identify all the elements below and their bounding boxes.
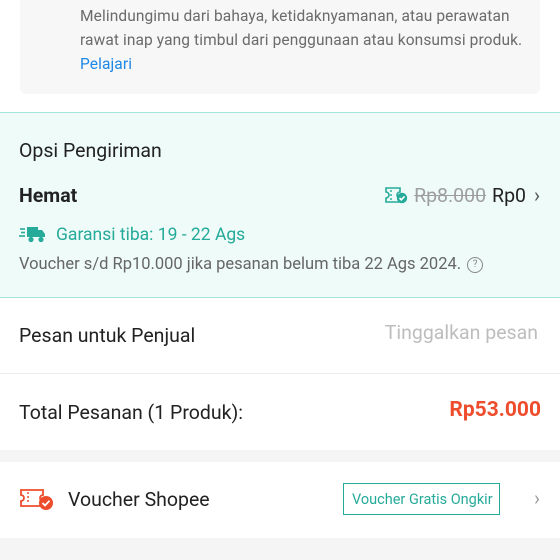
- shipping-price[interactable]: Rp8.000 Rp0 ›: [384, 183, 540, 207]
- shopee-voucher-row[interactable]: Voucher Shopee Voucher Gratis Ongkir ›: [0, 462, 560, 538]
- help-circle-icon[interactable]: ?: [467, 256, 484, 273]
- fast-truck-icon: [19, 227, 45, 243]
- delivery-guarantee: Garansi tiba: 19 - 22 Ags: [19, 225, 245, 245]
- protection-info-box: Melindungimu dari bahaya, ketidaknyamana…: [20, 0, 540, 94]
- shipping-option-section[interactable]: Opsi Pengiriman Hemat Rp8.000 Rp0 › Gara…: [0, 112, 560, 298]
- protection-section: Melindungimu dari bahaya, ketidaknyamana…: [0, 0, 560, 112]
- shipping-section-title: Opsi Pengiriman: [19, 139, 162, 162]
- final-shipping-price: Rp0: [492, 183, 526, 207]
- voucher-note-text: Voucher s/d Rp10.000 jika pesanan belum …: [19, 255, 462, 274]
- late-delivery-voucher-note: Voucher s/d Rp10.000 jika pesanan belum …: [19, 255, 484, 274]
- ticket-check-icon: [385, 187, 408, 204]
- seller-message-input[interactable]: [316, 320, 540, 345]
- seller-message-label: Pesan untuk Penjual: [19, 324, 196, 347]
- order-total-amount: Rp53.000: [449, 398, 541, 422]
- order-total-row: Total Pesanan (1 Produk): Rp53.000: [0, 374, 560, 450]
- protection-description: Melindungimu dari bahaya, ketidaknyamana…: [80, 7, 523, 49]
- order-total-label: Total Pesanan (1 Produk):: [19, 401, 244, 424]
- protection-text: Melindungimu dari bahaya, ketidaknyamana…: [80, 4, 540, 76]
- free-shipping-voucher-tag[interactable]: Voucher Gratis Ongkir: [343, 483, 500, 515]
- chevron-right-icon: ›: [533, 183, 540, 207]
- seller-message-row[interactable]: Pesan untuk Penjual: [0, 298, 560, 374]
- shipping-option-name: Hemat: [19, 184, 78, 207]
- chevron-right-icon: ›: [533, 486, 540, 510]
- guarantee-text: Garansi tiba: 19 - 22 Ags: [56, 225, 246, 245]
- learn-more-link[interactable]: Pelajari: [80, 55, 132, 73]
- voucher-ticket-icon: [20, 489, 53, 510]
- shopee-voucher-label: Voucher Shopee: [68, 488, 210, 511]
- original-shipping-price: Rp8.000: [414, 183, 487, 207]
